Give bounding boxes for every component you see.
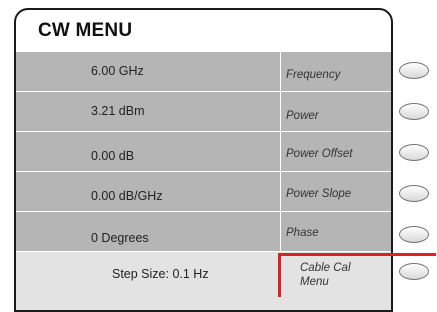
softkey-phase-button[interactable] [399,226,429,243]
frequency-label: Frequency [286,69,341,81]
frequency-value: 6.00 GHz [91,64,144,78]
menu-title: CW MENU [38,20,133,41]
row-divider [280,212,281,251]
menu-row-cable-cal[interactable]: Step Size: 0.1 Hz Cable Cal Menu [16,252,391,310]
menu-row-power-offset[interactable]: 0.00 dB Power Offset [16,132,391,172]
row-divider [280,92,281,131]
softkey-power-button[interactable] [399,103,429,120]
power-offset-value: 0.00 dB [91,149,135,163]
menu-row-phase[interactable]: 0 Degrees Phase [16,212,391,252]
power-slope-value: 0.00 dB/GHz [91,189,163,203]
cable-cal-menu-label: Cable Cal Menu [300,262,351,288]
row-divider [280,172,281,211]
power-value: 3.21 dBm [91,104,145,118]
menu-title-bar: CW MENU [16,10,391,53]
softkey-power-slope-button[interactable] [399,185,429,202]
power-slope-label: Power Slope [286,188,352,200]
power-label: Power [286,110,319,122]
menu-row-power[interactable]: 3.21 dBm Power [16,92,391,132]
softkey-cable-cal-button[interactable] [399,263,429,280]
softkey-power-offset-button[interactable] [399,144,429,161]
row-divider [280,52,281,91]
phase-label: Phase [286,227,319,239]
step-size-value: Step Size: 0.1 Hz [112,267,209,281]
power-offset-label: Power Offset [286,148,353,160]
menu-row-power-slope[interactable]: 0.00 dB/GHz Power Slope [16,172,391,212]
menu-row-frequency[interactable]: 6.00 GHz Frequency [16,52,391,92]
softkey-frequency-button[interactable] [399,62,429,79]
row-divider [280,132,281,171]
cw-menu-panel: CW MENU 6.00 GHz Frequency 3.21 dBm Powe… [14,8,393,312]
phase-value: 0 Degrees [91,231,149,245]
